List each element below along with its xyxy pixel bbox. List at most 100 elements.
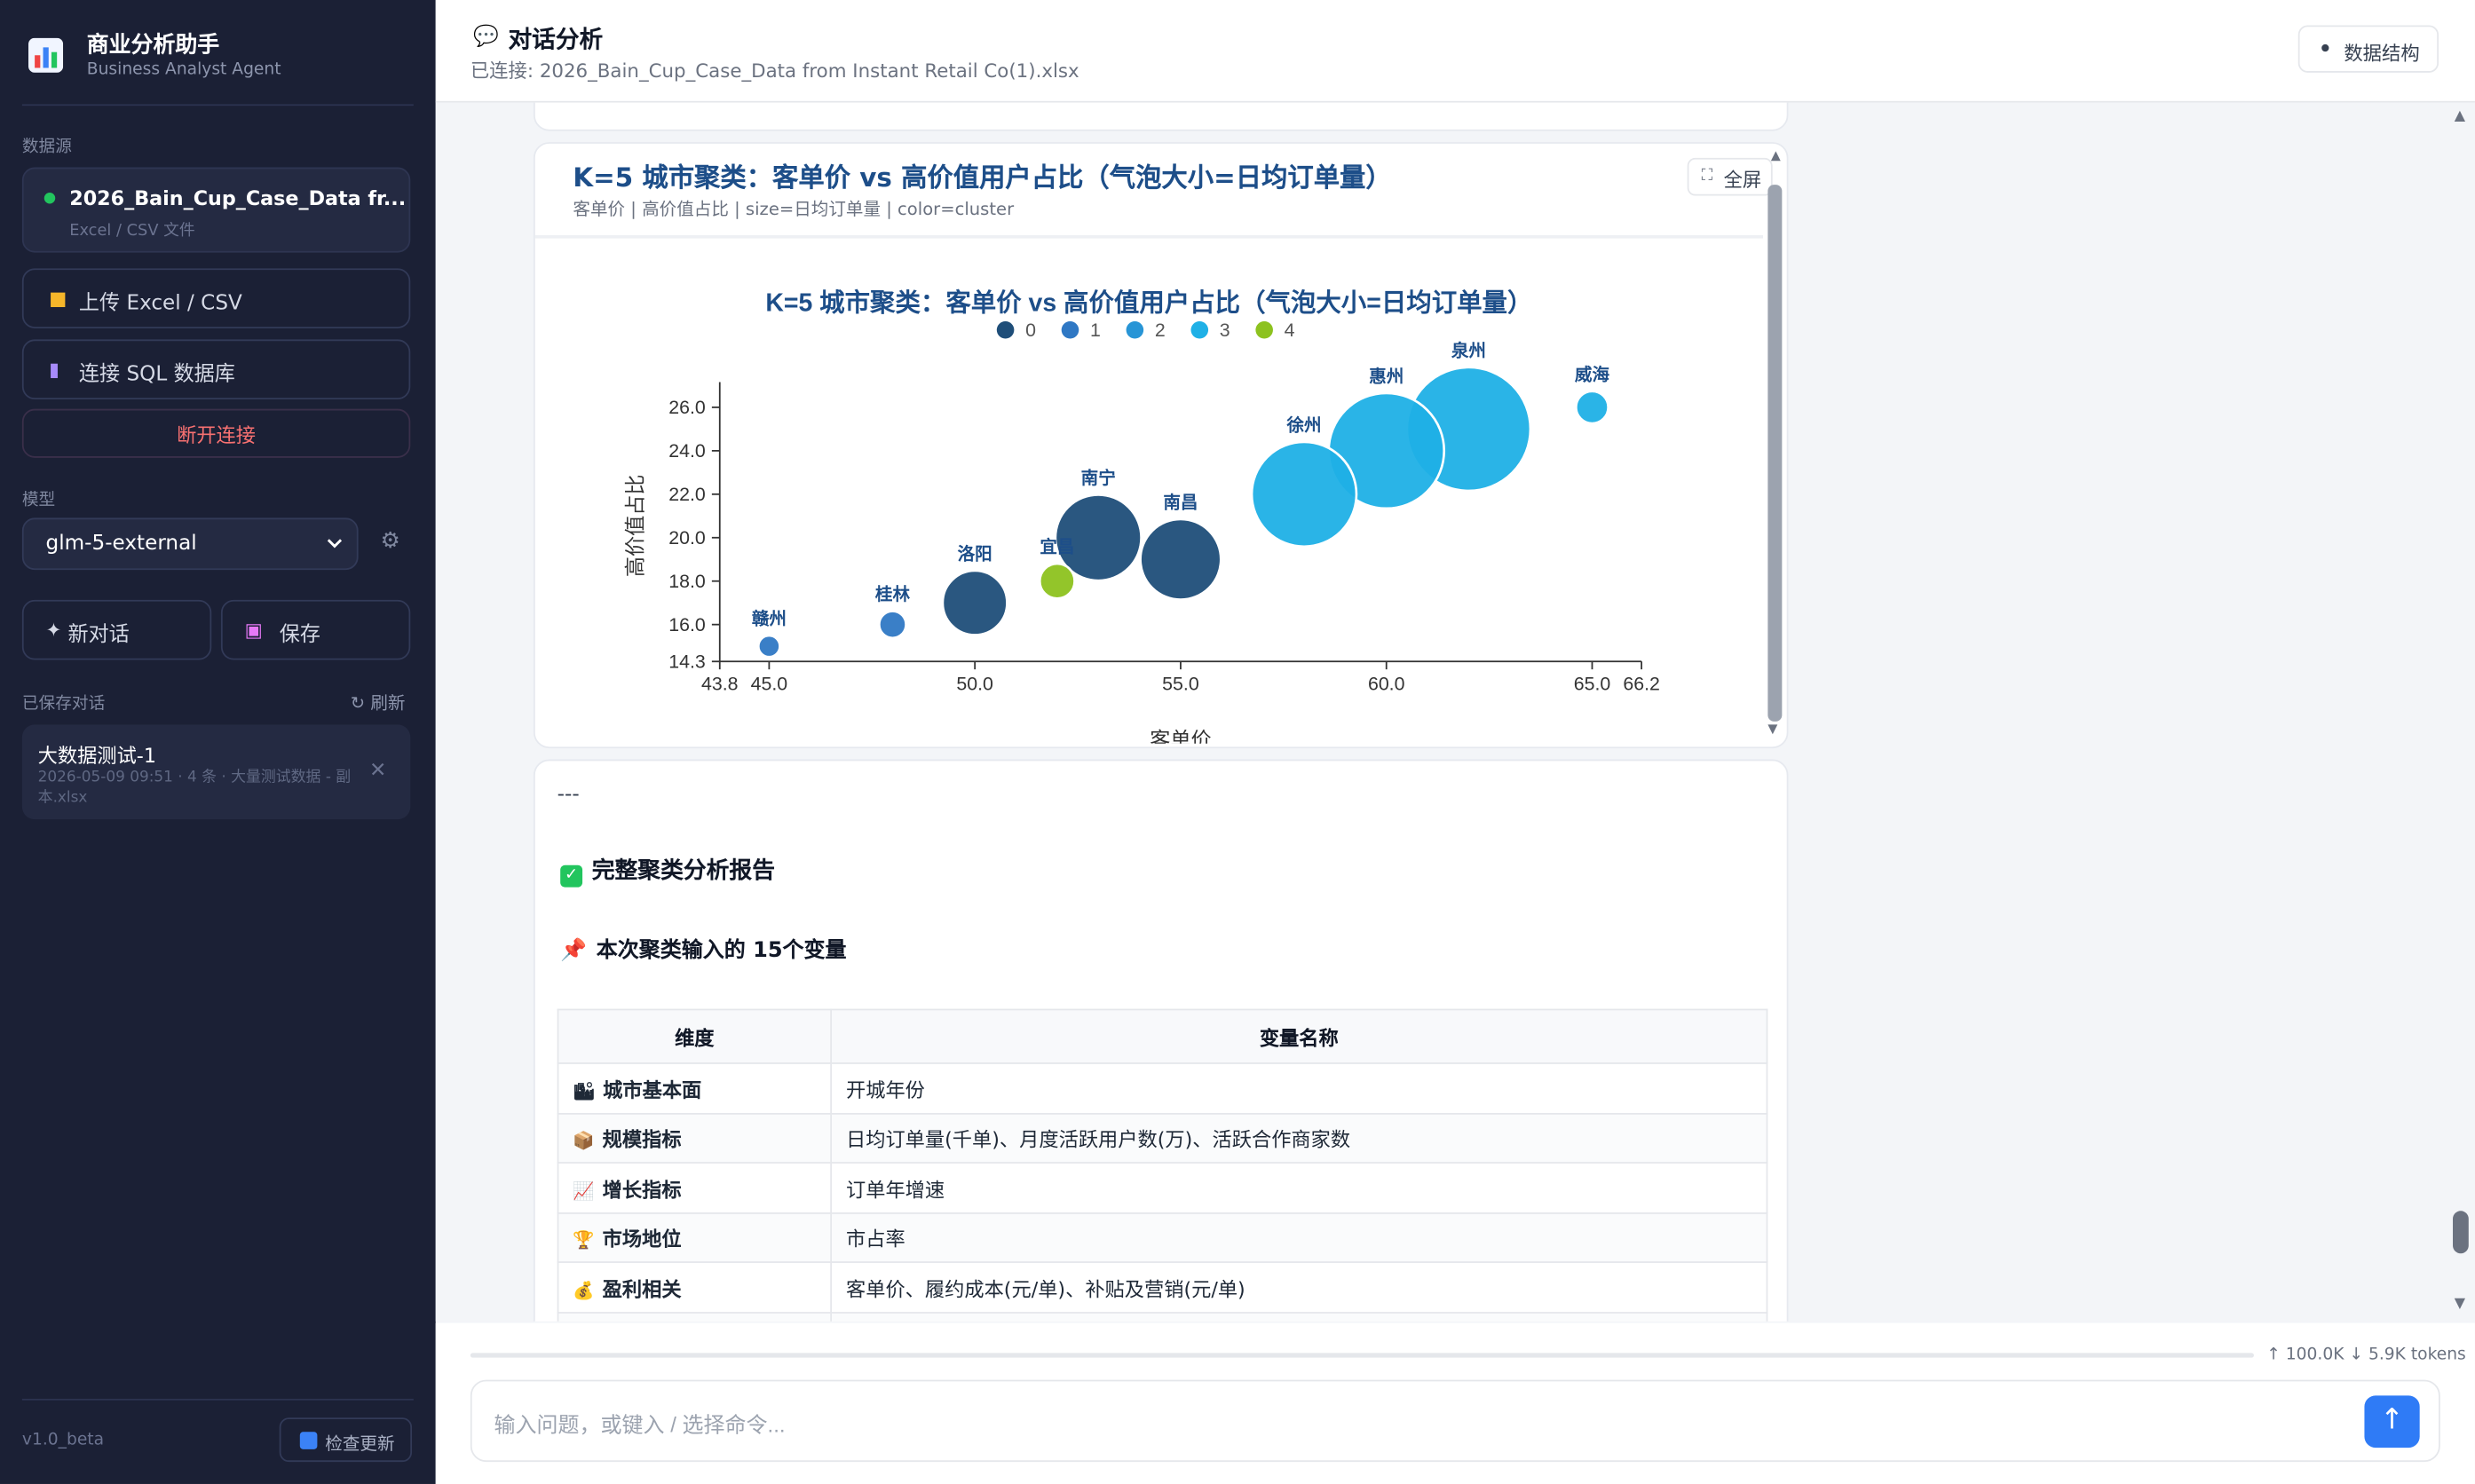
variables-table: 维度 变量名称 🏙 城市基本面 开城年份 📦 规模指标 日均订单量(千单)、月度活跃…	[557, 1008, 1768, 1322]
variables-cell: 开城年份	[830, 1062, 1768, 1114]
database-icon: ▮	[49, 358, 59, 381]
scroll-up-arrow-icon[interactable]: ▲	[1771, 148, 1781, 162]
send-button[interactable]: ↑	[2364, 1395, 2420, 1448]
chat-area[interactable]: ▼ K=5 城市聚类：客单价 vs 高价值用户占比（气泡大小=日均订单量） 客单…	[435, 102, 2475, 1322]
upload-file-label: 上传 Excel / CSV	[78, 292, 242, 316]
upload-file-button[interactable]: ■ 上传 Excel / CSV	[21, 268, 411, 328]
datasource-type: Excel / CSV 文件	[69, 222, 195, 241]
sparkle-icon: ✦	[45, 619, 62, 642]
x-tick-label: 45.0	[751, 673, 788, 694]
bubble-point	[1575, 390, 1609, 425]
table-row: 📈 增长指标 订单年增速	[557, 1162, 1768, 1213]
new-chat-button[interactable]: ✦ 新对话	[21, 599, 212, 660]
y-axis-label: 高价值占比	[624, 475, 647, 578]
page-scrollbar-thumb[interactable]	[2453, 1211, 2469, 1254]
folder-icon: ■	[49, 287, 67, 310]
report-card: --- ✓ 完整聚类分析报告 📌 本次聚类输入的 15个变量 维度 变量名称 🏙 城市…	[533, 759, 1789, 1322]
model-select[interactable]: glm-5-external	[21, 517, 359, 571]
chart-title: K=5 城市聚类：客单价 vs 高价值用户占比（气泡大小=日均订单量）	[765, 288, 1532, 317]
legend-label: 2	[1155, 320, 1166, 341]
token-usage-text: ↑ 100.0K ↓ 5.9K tokens	[2266, 1345, 2466, 1364]
legend-label: 4	[1285, 320, 1295, 341]
legend-label: 1	[1090, 320, 1101, 341]
bubble-point	[1250, 440, 1358, 549]
x-tick-label: 50.0	[956, 673, 993, 694]
page-scroll-down-icon[interactable]: ▼	[2455, 1296, 2465, 1312]
legend-marker	[1255, 320, 1273, 339]
dimension-label: 增长指标	[602, 1177, 682, 1202]
connect-sql-label: 连接 SQL 数据库	[78, 363, 235, 387]
scroll-down-arrow-icon[interactable]: ▼	[1767, 722, 1777, 736]
message-composer[interactable]: ↑	[470, 1379, 2440, 1463]
refresh-label: 刷新	[370, 692, 406, 714]
bubble-chart[interactable]: K=5 城市聚类：客单价 vs 高价值用户占比（气泡大小=日均订单量） 0 1 2 3 4…	[535, 239, 1763, 744]
y-tick-label: 24.0	[668, 440, 706, 462]
page-title: 对话分析	[508, 25, 604, 54]
page-scroll-up-icon[interactable]: ▲	[2455, 109, 2465, 125]
table-row: 🏙 城市基本面 开城年份	[557, 1062, 1768, 1114]
disconnect-button[interactable]: 断开连接	[21, 408, 411, 458]
connected-status-dot	[43, 193, 56, 204]
chart-scrollbar[interactable]	[1767, 185, 1783, 722]
bubble-point	[878, 610, 907, 640]
variables-cell: 订单年增速	[830, 1162, 1768, 1213]
legend-label: 0	[1025, 320, 1036, 341]
fullscreen-button[interactable]: ⛶ 全屏	[1687, 157, 1773, 196]
report-subheading-text: 本次聚类输入的 15个变量	[596, 937, 847, 964]
bubble-label: 惠州	[1369, 367, 1404, 386]
refresh-icon: ↻	[350, 692, 366, 714]
data-schema-button[interactable]: ⚫ 数据结构	[2297, 25, 2439, 73]
bubble-label: 桂林	[874, 584, 911, 604]
checkmark-icon: ✓	[560, 864, 583, 888]
table-header-dimension: 维度	[557, 1008, 833, 1064]
bubble-point	[1139, 517, 1222, 601]
table-header-variables: 变量名称	[830, 1008, 1768, 1064]
report-subheading: 📌 本次聚类输入的 15个变量	[560, 931, 846, 963]
bubble-point	[1038, 562, 1076, 600]
arrow-up-icon: ↑	[2380, 1403, 2404, 1437]
brand-header: 商业分析助手 Business Analyst Agent	[21, 22, 414, 107]
version-label: v1.0_beta	[21, 1430, 105, 1449]
bubble-label: 南昌	[1163, 493, 1198, 512]
y-tick-label: 26.0	[668, 397, 706, 418]
y-tick-label: 14.3	[668, 651, 706, 672]
dimension-cell: 📈 增长指标	[557, 1162, 833, 1213]
bubble-label: 赣州	[752, 609, 787, 629]
data-schema-label: 数据结构	[2344, 43, 2420, 65]
connect-sql-button[interactable]: ▮ 连接 SQL 数据库	[21, 339, 411, 400]
dimension-cell: 🏆 市场地位	[557, 1212, 833, 1263]
check-update-label: 检查更新	[325, 1433, 395, 1455]
variables-cell: 日均订单量(千单)、月度活跃用户数(万)、活跃合作商家数	[830, 1112, 1768, 1164]
variables-cell: 市占率	[830, 1212, 1768, 1263]
floppy-disk-icon: ▣	[244, 619, 263, 642]
model-section-label: 模型	[21, 491, 56, 510]
message-input[interactable]	[490, 1403, 2313, 1445]
dimension-cell: 💰 盈利相关	[557, 1261, 833, 1313]
refresh-button[interactable]: ↻ 刷新	[351, 690, 406, 714]
x-tick-label: 66.2	[1623, 673, 1660, 694]
saved-conversation-item[interactable]: 大数据测试-1 2026-05-09 09:51 · 4 条 · 大量测试数据 …	[21, 724, 411, 820]
legend-label: 3	[1220, 320, 1230, 341]
bar-chart-logo-icon	[28, 37, 64, 73]
dimension-label: 盈利相关	[602, 1276, 682, 1301]
city-skyline-icon: 🏙	[573, 1080, 596, 1102]
y-tick-label: 20.0	[668, 527, 706, 549]
dimension-label: 市场地位	[602, 1227, 682, 1251]
sidebar: 商业分析助手 Business Analyst Agent 数据源 2026_B…	[0, 0, 436, 1484]
fullscreen-label: 全屏	[1723, 169, 1762, 192]
save-button[interactable]: ▣ 保存	[220, 599, 411, 660]
save-label: 保存	[279, 623, 320, 648]
saved-conversations-label: 已保存对话	[21, 694, 106, 714]
report-heading: ✓ 完整聚类分析报告	[560, 852, 775, 888]
datasource-section-label: 数据源	[21, 137, 72, 157]
chart-card-subtitle: 客单价 | 高价值占比 | size=日均订单量 | color=cluster	[573, 199, 1015, 220]
datasource-card[interactable]: 2026_Bain_Cup_Case_Data fr... Excel / CS…	[21, 167, 411, 253]
check-update-button[interactable]: 检查更新	[279, 1417, 413, 1463]
delete-conversation-icon[interactable]: ✕	[369, 760, 386, 784]
gear-icon[interactable]: ⚙	[380, 530, 404, 555]
app-title: 商业分析助手	[86, 33, 220, 59]
y-tick-label: 22.0	[668, 484, 706, 505]
bubble-label: 宜昌	[1040, 537, 1074, 557]
report-heading-text: 完整聚类分析报告	[591, 858, 775, 885]
update-icon	[299, 1432, 318, 1449]
